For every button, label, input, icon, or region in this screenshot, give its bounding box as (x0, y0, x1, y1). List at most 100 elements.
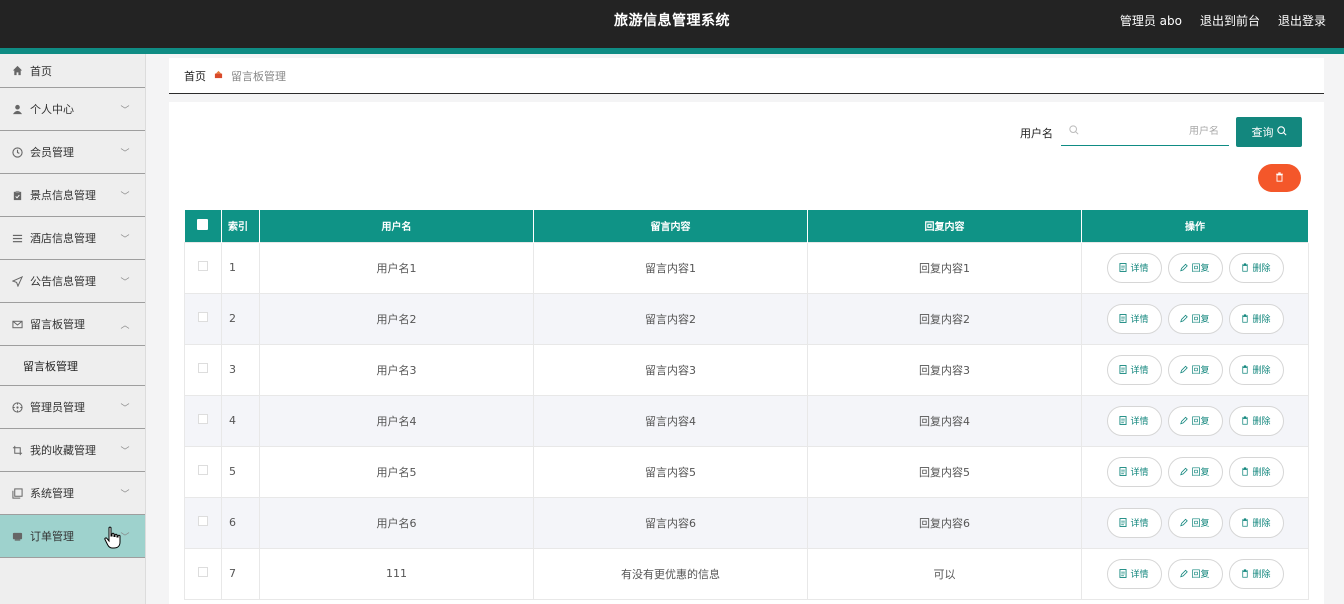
reply-button[interactable]: 回复 (1167, 456, 1223, 487)
delete-button[interactable]: 删除 (1228, 252, 1284, 283)
sidebar-item-label: 系统管理 (30, 487, 74, 500)
scrollbar-track[interactable] (1324, 54, 1344, 604)
breadcrumb: 首页 留言板管理 (169, 58, 1324, 94)
row-checkbox-cell[interactable] (184, 547, 222, 600)
send-icon (11, 275, 23, 287)
reply-button[interactable]: 回复 (1167, 507, 1223, 538)
cell-message: 留言内容1 (533, 241, 808, 294)
table-row: 6 用户名6 留言内容6 回复内容6 详情 回复 删除 (184, 496, 1309, 549)
sidebar-item-favorites[interactable]: 我的收藏管理 ﹀ (0, 429, 145, 472)
sidebar-item-announcements[interactable]: 公告信息管理 ﹀ (0, 260, 145, 303)
cell-actions: 详情 回复 删除 (1081, 343, 1309, 396)
edit-icon (1180, 416, 1189, 425)
sidebar-item-system[interactable]: 系统管理 ﹀ (0, 472, 145, 515)
sidebar-item-orders[interactable]: 订单管理 ﹀ (0, 515, 145, 558)
sidebar: 首页 个人中心 ﹀ 会员管理 ﹀ 景点信息管理 ﹀ 酒店信息管理 ﹀ 公告信息管… (0, 54, 146, 604)
reply-button[interactable]: 回复 (1167, 354, 1223, 385)
row-actions: 详情 回复 删除 (1082, 558, 1308, 589)
row-checkbox[interactable] (198, 465, 208, 475)
row-checkbox-cell[interactable] (184, 496, 222, 549)
column-header: 留言内容 (533, 210, 808, 242)
sidebar-item-home[interactable]: 首页 (0, 54, 145, 88)
edit-icon (1180, 569, 1189, 578)
detail-button[interactable]: 详情 (1106, 456, 1162, 487)
batch-delete-button[interactable] (1258, 164, 1301, 192)
sidebar-item-members[interactable]: 会员管理 ﹀ (0, 131, 145, 174)
detail-button[interactable]: 详情 (1106, 252, 1162, 283)
trash-icon (1242, 416, 1249, 425)
sidebar-item-hotels[interactable]: 酒店信息管理 ﹀ (0, 217, 145, 260)
trash-icon (1242, 263, 1249, 272)
reply-button[interactable]: 回复 (1167, 405, 1223, 436)
cell-reply: 回复内容2 (807, 292, 1082, 345)
select-all-checkbox[interactable] (184, 210, 222, 242)
row-checkbox-cell[interactable] (184, 241, 222, 294)
detail-button-label: 详情 (1130, 264, 1149, 274)
delete-button[interactable]: 删除 (1228, 303, 1284, 334)
trash-icon (1242, 569, 1249, 578)
cell-actions: 详情 回复 删除 (1081, 241, 1309, 294)
delete-button[interactable]: 删除 (1228, 558, 1284, 589)
sidebar-item-admins[interactable]: 管理员管理 ﹀ (0, 386, 145, 429)
logout-link[interactable]: 退出登录 (1278, 12, 1326, 29)
back-to-frontend-link[interactable]: 退出到前台 (1200, 12, 1260, 29)
sidebar-item-personal-center[interactable]: 个人中心 ﹀ (0, 88, 145, 131)
message-table: 索引 用户名 留言内容 回复内容 操作 1 用户名1 留言内容1 回复内容1 详情 回… (184, 210, 1309, 600)
trash-icon (1242, 518, 1249, 527)
breadcrumb-home[interactable]: 首页 (184, 68, 206, 84)
row-checkbox[interactable] (198, 363, 208, 373)
table-row: 5 用户名5 留言内容5 回复内容5 详情 回复 删除 (184, 445, 1309, 498)
detail-button[interactable]: 详情 (1106, 507, 1162, 538)
table-row: 2 用户名2 留言内容2 回复内容2 详情 回复 删除 (184, 292, 1309, 345)
edit-icon (1180, 467, 1189, 476)
row-checkbox[interactable] (198, 312, 208, 322)
reply-button[interactable]: 回复 (1167, 558, 1223, 589)
checkbox-box[interactable] (197, 218, 209, 230)
search-field[interactable] (1061, 117, 1229, 146)
detail-button[interactable]: 详情 (1106, 354, 1162, 385)
edit-icon (1180, 518, 1189, 527)
cell-reply: 可以 (807, 547, 1082, 600)
search-input[interactable] (1079, 125, 1219, 137)
delete-button[interactable]: 删除 (1228, 507, 1284, 538)
edit-icon (1180, 365, 1189, 374)
detail-button-label: 详情 (1130, 570, 1149, 580)
sidebar-item-attractions[interactable]: 景点信息管理 ﹀ (0, 174, 145, 217)
query-button[interactable]: 查询 (1236, 117, 1302, 147)
delete-button[interactable]: 删除 (1228, 456, 1284, 487)
row-checkbox[interactable] (198, 516, 208, 526)
cell-reply: 回复内容1 (807, 241, 1082, 294)
reply-button-label: 回复 (1191, 468, 1210, 478)
row-checkbox[interactable] (198, 414, 208, 424)
row-checkbox-cell[interactable] (184, 394, 222, 447)
chevron-down-icon: ﹀ (120, 403, 130, 414)
reply-button-label: 回复 (1191, 315, 1210, 325)
column-header: 索引 (221, 210, 260, 242)
cell-username: 用户名3 (259, 343, 534, 396)
cell-actions: 详情 回复 删除 (1081, 292, 1309, 345)
detail-button[interactable]: 详情 (1106, 558, 1162, 589)
row-checkbox[interactable] (198, 261, 208, 271)
submenu-item-message-board[interactable]: 留言板管理 (0, 346, 145, 386)
row-checkbox[interactable] (198, 567, 208, 577)
reply-button[interactable]: 回复 (1167, 252, 1223, 283)
cell-username: 用户名5 (259, 445, 534, 498)
search-icon (1276, 125, 1287, 139)
query-button-label: 查询 (1251, 126, 1274, 139)
cell-actions: 详情 回复 删除 (1081, 547, 1309, 600)
chevron-down-icon: ﹀ (120, 191, 130, 202)
row-checkbox-cell[interactable] (184, 343, 222, 396)
row-checkbox-cell[interactable] (184, 445, 222, 498)
row-checkbox-cell[interactable] (184, 292, 222, 345)
detail-button[interactable]: 详情 (1106, 303, 1162, 334)
delete-button[interactable]: 删除 (1228, 354, 1284, 385)
admin-user-label[interactable]: 管理员 abo (1120, 12, 1182, 29)
delete-button[interactable]: 删除 (1228, 405, 1284, 436)
cell-username: 用户名1 (259, 241, 534, 294)
cell-reply: 回复内容6 (807, 496, 1082, 549)
reply-button[interactable]: 回复 (1167, 303, 1223, 334)
sidebar-item-message-board[interactable]: 留言板管理 ︿ (0, 303, 145, 346)
detail-button[interactable]: 详情 (1106, 405, 1162, 436)
cell-actions: 详情 回复 删除 (1081, 496, 1309, 549)
cell-index: 7 (221, 547, 260, 600)
